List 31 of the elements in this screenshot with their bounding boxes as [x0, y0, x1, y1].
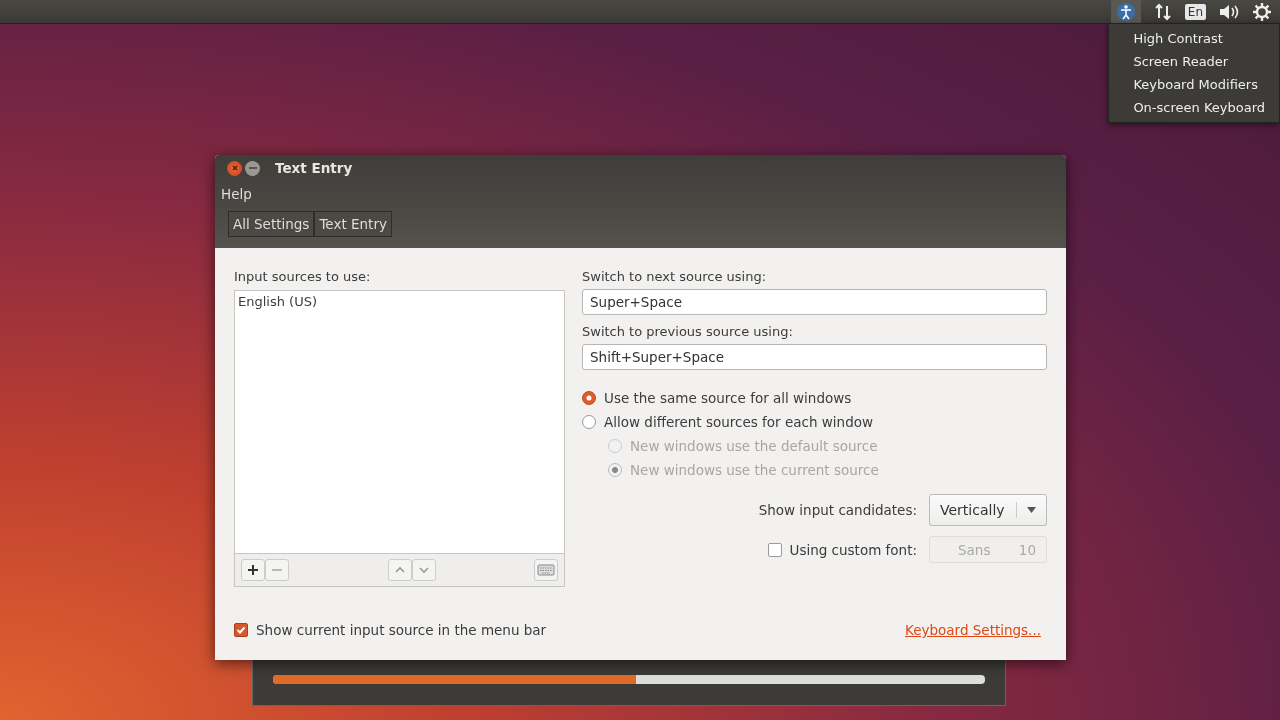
field-label: Switch to next source using: [582, 268, 768, 286]
checkbox-label: Using custom font: [789, 541, 917, 558]
field-label: Switch to previous source using: [582, 323, 794, 341]
accessibility-icon[interactable] [1110, 0, 1141, 23]
field-label: Show input candidates: [758, 502, 917, 518]
shortcut-field[interactable]: Super+Space [582, 289, 1047, 315]
menu-item[interactable]: Screen Reader [1109, 50, 1279, 73]
caret-icon [1027, 507, 1036, 513]
radio-button[interactable] [582, 415, 596, 429]
keyboard-indicator[interactable]: En [1184, 3, 1206, 20]
menu-item[interactable]: Help [221, 186, 252, 202]
radio-option[interactable]: Use the same source for all windows [582, 386, 1047, 410]
radio-option[interactable]: Allow different sources for each window [582, 410, 1047, 434]
radio-button[interactable] [582, 391, 596, 405]
checkbox[interactable] [234, 623, 248, 637]
close-icon[interactable] [227, 160, 242, 176]
shortcut-field[interactable]: Shift+Super+Space [582, 344, 1047, 370]
keyboard-settings-link[interactable]: Keyboard Settings... [905, 622, 1041, 638]
window-title: Text Entry [275, 160, 353, 176]
breadcrumb-button[interactable]: All Settings [228, 211, 315, 237]
checkbox-label: Show current input source in the menu bar [256, 622, 547, 638]
menu-item[interactable]: Keyboard Modifiers [1109, 73, 1279, 96]
list-item[interactable]: English (US) [235, 291, 564, 312]
candidates-dropdown[interactable]: Vertically [929, 494, 1047, 526]
menu-item[interactable]: High Contrast [1109, 27, 1279, 50]
minimize-icon[interactable] [245, 160, 260, 176]
breadcrumb-button[interactable]: Text Entry [314, 211, 392, 237]
menu-item[interactable]: On-screen Keyboard [1109, 96, 1279, 119]
add-icon[interactable] [241, 559, 265, 581]
field-label: Input sources to use: [234, 268, 372, 286]
settings-icon[interactable] [1252, 1, 1272, 22]
